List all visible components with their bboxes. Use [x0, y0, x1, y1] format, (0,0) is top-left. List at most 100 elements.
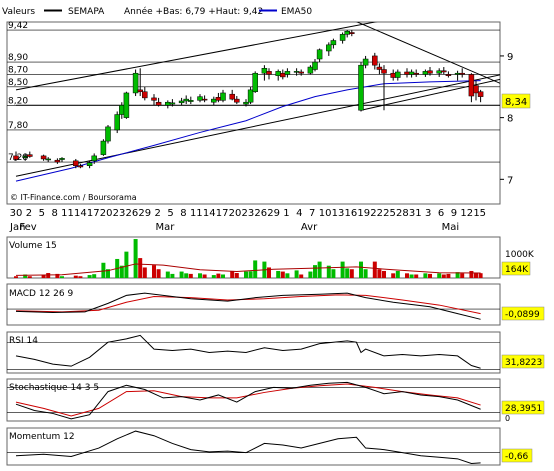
volume-bar-up	[294, 270, 299, 278]
x-day-label: 17	[87, 208, 100, 219]
volume-bar-up	[92, 274, 97, 278]
x-day-label: 8	[180, 208, 186, 219]
volume-bar-down	[230, 270, 235, 278]
legend-year-stats: Année +Bas: 6,79 +Haut: 9,42	[124, 6, 263, 17]
volume-bar-up	[133, 239, 138, 278]
candle-down	[142, 91, 148, 99]
volume-bar-down	[14, 276, 18, 278]
candle-down	[413, 72, 419, 75]
x-day-label: 5	[167, 208, 173, 219]
left-tick-label: 8,90	[8, 53, 28, 63]
candle-up	[252, 72, 258, 92]
x-day-label: 22	[370, 208, 383, 219]
volume-bar-up	[198, 273, 202, 278]
volume-bar-up	[221, 274, 225, 278]
volume-bar-up	[87, 275, 92, 278]
rsi-title: RSI 14	[9, 336, 38, 346]
x-day-label: 12	[460, 208, 473, 219]
candle-up	[454, 72, 461, 75]
x-day-label: 4	[296, 208, 302, 219]
x-axis-day-labels: 30 2 5 8 11 14 17 20 23 26 29 2 5 8 11 14 17 20 23 26 29 1 4 7 1…	[10, 208, 486, 219]
volume-bar-up	[317, 261, 322, 278]
volume-bar-up	[165, 271, 170, 278]
candle-up	[358, 64, 364, 111]
candle-down	[473, 85, 479, 94]
candle-down	[40, 155, 47, 160]
volume-tag: 164K	[505, 265, 529, 275]
candle-up	[188, 100, 194, 102]
macd-title: MACD 12 26 9	[9, 289, 73, 299]
candle-up	[275, 71, 281, 76]
candle-down	[390, 72, 396, 78]
candle-down	[427, 70, 433, 74]
candle-up	[100, 140, 107, 155]
candle-down	[215, 97, 222, 101]
x-day-label: 20	[100, 208, 113, 219]
volume-bar-down	[156, 269, 161, 278]
candle-down	[298, 71, 304, 74]
left-tick-label: 8,70	[8, 65, 28, 75]
volume-bar-down	[377, 269, 382, 278]
candle-up	[123, 92, 130, 118]
candle-down	[372, 55, 378, 66]
volume-bar-up	[409, 274, 414, 278]
x-day-label: 11	[61, 208, 74, 219]
x-day-label: 29	[267, 208, 280, 219]
candle-down	[441, 70, 447, 73]
volume-bar-down	[46, 273, 51, 278]
x-day-label: 3	[425, 208, 431, 219]
x-day-label: 8	[51, 208, 57, 219]
rsi-panel	[6, 331, 501, 374]
candle-up	[197, 96, 203, 101]
x-month-label: Mai	[442, 222, 460, 233]
x-day-label: 19	[357, 208, 370, 219]
left-tick-label: 8,50	[8, 78, 28, 88]
volume-bar-up	[60, 276, 64, 278]
x-day-label: 14	[203, 208, 216, 219]
volume-axis-tick: 1000K	[505, 250, 535, 260]
candle-up	[326, 44, 332, 52]
candle-down	[229, 93, 235, 100]
x-day-label: 5	[39, 208, 45, 219]
volume-bar-up	[363, 269, 368, 278]
volume-bar-up	[253, 260, 258, 278]
volume-bar-down	[478, 273, 483, 278]
candle-down	[280, 72, 286, 78]
volume-bar-down	[441, 274, 446, 278]
stock-chart: 9,42 8,90 8,70 8,50 8,20 7,80 7,28 9 8 7 Valeurs…	[2, 6, 545, 466]
x-day-label: 11	[190, 208, 203, 219]
volume-bar-up	[313, 265, 317, 278]
candle-up	[293, 71, 300, 73]
x-day-label: 23	[241, 208, 254, 219]
credit-text: © IT-Finance.com / Boursorama	[10, 193, 137, 202]
x-day-label: 29	[138, 208, 151, 219]
volume-bar-down	[391, 273, 396, 278]
candle-up	[422, 71, 429, 75]
candle-up	[211, 98, 217, 103]
volume-bar-up	[437, 273, 442, 278]
x-day-label: 31	[409, 208, 422, 219]
x-axis-month-labels: JanFev Mar Avr Mai	[9, 222, 459, 233]
volume-bar-up	[345, 268, 350, 278]
candle-up	[243, 101, 249, 105]
candle-down	[137, 89, 143, 92]
volume-title: Volume 15	[9, 241, 57, 251]
candle-up	[45, 158, 51, 161]
right-tick-label: 8	[507, 114, 513, 125]
x-month-label: Fev	[19, 222, 36, 233]
volume-bar-down	[234, 273, 239, 278]
candle-down	[459, 72, 465, 75]
price-panel	[6, 21, 501, 205]
volume-bar-up	[395, 270, 400, 278]
candle-up	[59, 158, 65, 160]
x-day-label: 17	[216, 208, 229, 219]
x-day-label: 16	[345, 208, 358, 219]
volume-bar-down	[349, 269, 354, 278]
x-day-label: 14	[74, 208, 87, 219]
candle-down	[27, 154, 33, 157]
candle-down	[266, 71, 272, 75]
candle-down	[376, 66, 383, 70]
candle-up	[169, 102, 176, 105]
x-day-label: 13	[332, 208, 345, 219]
candle-up	[344, 31, 350, 35]
